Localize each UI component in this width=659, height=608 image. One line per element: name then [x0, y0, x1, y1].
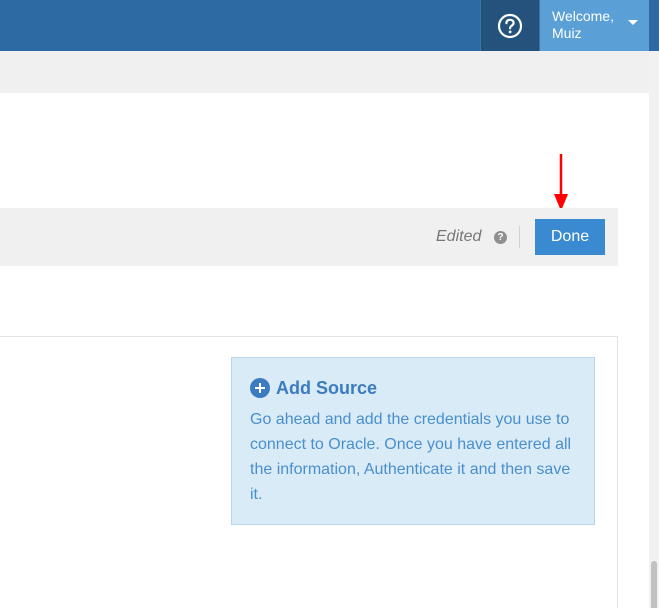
- vertical-scrollbar[interactable]: [649, 51, 659, 608]
- divider: [519, 226, 520, 248]
- red-arrow-annotation: [554, 154, 568, 211]
- secondary-bar: [0, 51, 649, 93]
- top-navigation-bar: Welcome, Muiz: [0, 0, 659, 51]
- info-box-title: Add Source: [276, 378, 378, 398]
- action-bar: Edited ? Done: [0, 208, 618, 266]
- question-circle-icon: [497, 13, 523, 38]
- done-button[interactable]: Done: [535, 219, 605, 255]
- user-menu[interactable]: Welcome, Muiz: [540, 0, 649, 51]
- info-box-title-row: Add Source: [250, 376, 578, 400]
- info-box-description: Go ahead and add the credentials you use…: [250, 411, 572, 503]
- scrollbar-thumb[interactable]: [651, 561, 657, 608]
- add-source-info-box: Add Source Go ahead and add the credenti…: [231, 357, 595, 525]
- user-name: Muiz: [552, 25, 582, 41]
- page: Welcome, Muiz Edited ? Done Add Source G…: [0, 0, 659, 608]
- question-icon[interactable]: ?: [494, 231, 507, 244]
- help-button[interactable]: [480, 0, 540, 51]
- caret-down-icon: [628, 20, 638, 25]
- edited-status: Edited: [436, 228, 482, 245]
- plus-circle-icon: [250, 378, 270, 398]
